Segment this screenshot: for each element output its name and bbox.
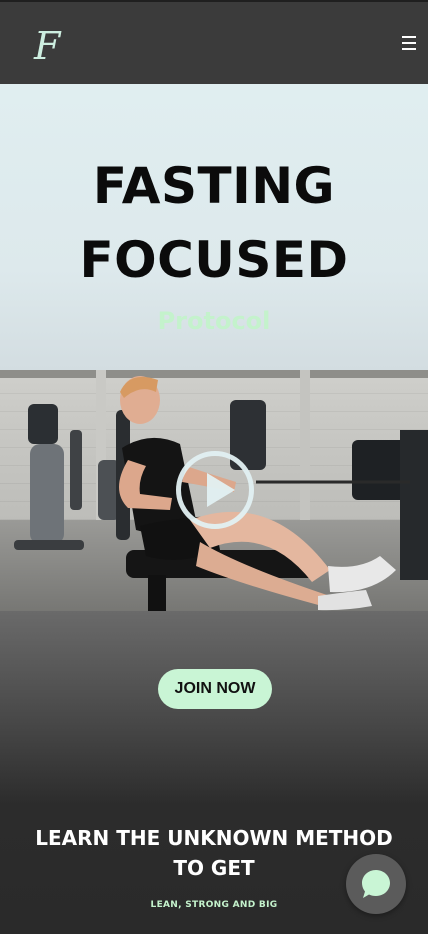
landing-page: F FASTING FOCUSED Protocol JOIN NOW LEAR… [0, 0, 428, 934]
menu-bar-top [402, 36, 416, 38]
play-icon [207, 473, 235, 507]
hero-title-line2: FOCUSED [79, 231, 349, 289]
chat-bubble-icon [362, 870, 390, 898]
brand-logo[interactable]: F [34, 22, 74, 70]
hero-section: FASTING FOCUSED Protocol [0, 84, 428, 370]
site-header: F [0, 0, 428, 84]
play-button[interactable] [176, 451, 254, 529]
menu-bar-bottom [402, 48, 416, 50]
hamburger-menu-icon[interactable] [402, 36, 418, 50]
menu-bar-middle [402, 42, 416, 44]
hero-title-line1: FASTING [92, 157, 336, 215]
hero-subtitle: Protocol [157, 307, 271, 335]
chat-widget-button[interactable] [346, 854, 406, 914]
video-player[interactable] [0, 370, 428, 611]
join-now-button[interactable]: JOIN NOW [158, 669, 272, 709]
